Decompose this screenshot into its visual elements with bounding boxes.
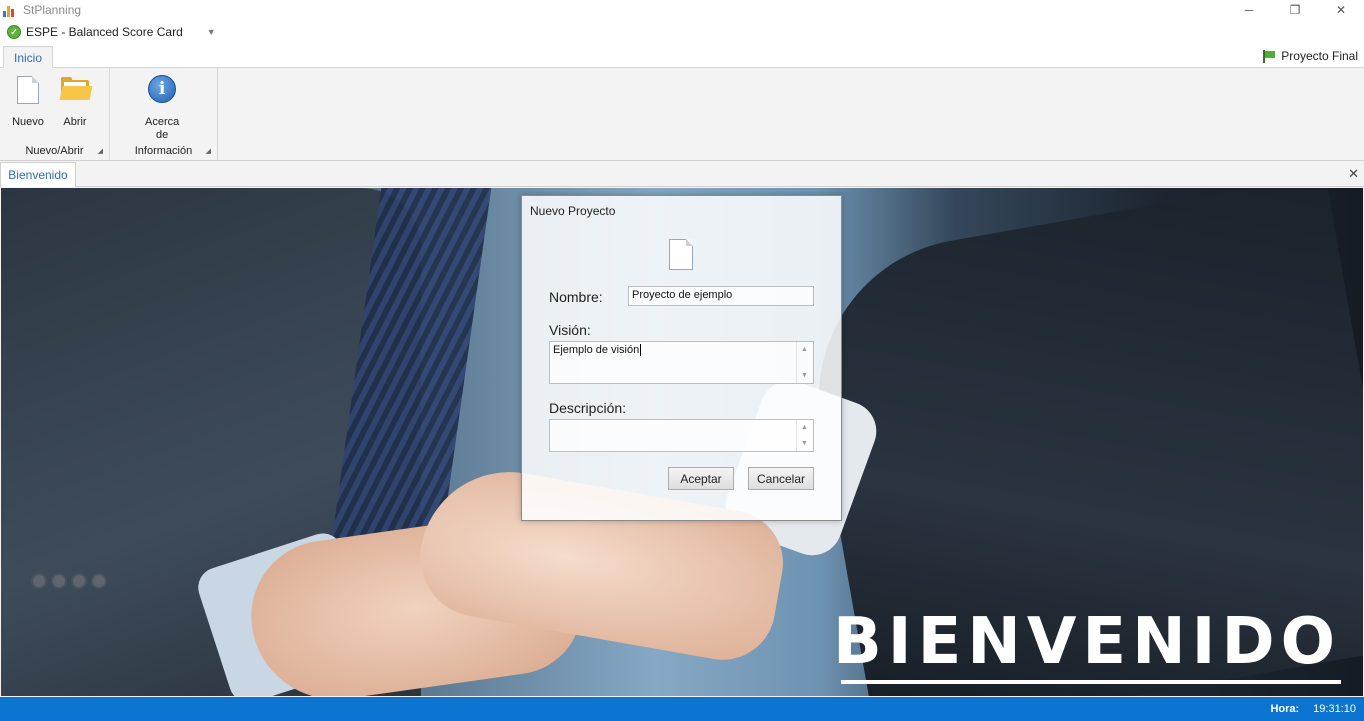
description-textarea[interactable]: ▲ ▼ <box>549 419 814 452</box>
check-circle-icon: ✓ <box>7 25 21 39</box>
description-scrollbar[interactable]: ▲ ▼ <box>796 420 813 451</box>
project-name: Proyecto Final <box>1281 49 1358 63</box>
group-launcher-icon[interactable]: ◢ <box>206 147 211 155</box>
name-label: Nombre: <box>549 289 603 305</box>
new-button[interactable]: Nuevo <box>12 74 44 129</box>
group-label-nuevo-abrir: Nuevo/Abrir <box>25 145 84 157</box>
new-document-icon <box>12 74 44 106</box>
new-project-dialog: Nuevo Proyecto Nombre: Proyecto de ejemp… <box>521 195 842 521</box>
open-button[interactable]: Abrir <box>59 74 93 129</box>
welcome-heading: BIENVENIDO <box>832 605 1341 679</box>
restore-button[interactable]: ❐ <box>1272 0 1318 20</box>
window-title: StPlanning <box>23 3 82 17</box>
description-label: Descripción: <box>549 400 627 416</box>
about-button-label-line1: Acerca <box>145 116 180 128</box>
document-tab-strip: Bienvenido ✕ <box>0 161 1364 187</box>
flag-icon <box>1262 49 1276 63</box>
about-button[interactable]: i Acerca de <box>145 74 179 142</box>
vision-scrollbar[interactable]: ▲ ▼ <box>796 342 813 383</box>
window-controls: ─ ❐ ✕ <box>1226 0 1364 20</box>
close-tab-icon[interactable]: ✕ <box>1348 166 1359 182</box>
app-chart-icon <box>3 3 17 17</box>
vision-text: Ejemplo de visión <box>553 344 640 356</box>
about-button-label-line2: de <box>156 129 169 141</box>
ribbon-body: Nuevo Abrir Nuevo/Abrir ◢ i Acerca de In… <box>0 68 1364 161</box>
group-launcher-icon[interactable]: ◢ <box>98 147 103 155</box>
group-label-informacion: Información <box>134 145 193 157</box>
document-icon <box>669 239 693 270</box>
scroll-down-icon[interactable]: ▼ <box>801 440 808 447</box>
dialog-title: Nuevo Proyecto <box>530 204 616 218</box>
ribbon-tab-strip: Inicio Proyecto Final <box>0 44 1364 69</box>
open-button-label: Abrir <box>63 116 87 128</box>
info-icon: i <box>146 74 178 106</box>
time-label: Hora: <box>1270 703 1300 715</box>
quick-access-bar: ✓ ESPE - Balanced Score Card ▼ <box>0 20 1364 44</box>
scroll-up-icon[interactable]: ▲ <box>801 346 808 353</box>
accept-button[interactable]: Aceptar <box>668 467 734 490</box>
status-bar: Hora: 19:31:10 <box>0 697 1364 721</box>
project-indicator[interactable]: Proyecto Final <box>1262 49 1358 63</box>
close-window-button[interactable]: ✕ <box>1318 0 1364 20</box>
text-caret <box>640 344 642 357</box>
scroll-down-icon[interactable]: ▼ <box>801 372 808 379</box>
welcome-underline <box>841 680 1341 684</box>
ribbon-group-informacion: i Acerca de Información ◢ <box>110 68 218 160</box>
title-bar: StPlanning ─ ❐ ✕ <box>0 0 1364 20</box>
suit-buttons-shape <box>31 573 121 603</box>
scroll-up-icon[interactable]: ▲ <box>801 424 808 431</box>
minimize-button[interactable]: ─ <box>1226 0 1272 20</box>
new-button-label: Nuevo <box>12 116 44 128</box>
vision-textarea[interactable]: Ejemplo de visión ▲ ▼ <box>549 341 814 384</box>
quick-access-dropdown[interactable]: ▼ <box>207 27 216 37</box>
tab-inicio[interactable]: Inicio <box>3 46 53 69</box>
cancel-button[interactable]: Cancelar <box>748 467 814 490</box>
name-input[interactable]: Proyecto de ejemplo <box>628 286 814 306</box>
tab-bienvenido[interactable]: Bienvenido <box>0 162 76 187</box>
open-folder-icon <box>59 74 93 106</box>
application-title: ESPE - Balanced Score Card <box>26 25 183 39</box>
time-value: 19:31:10 <box>1313 703 1356 715</box>
ribbon-group-nuevo-abrir: Nuevo Abrir Nuevo/Abrir ◢ <box>0 68 110 160</box>
vision-label: Visión: <box>549 322 591 338</box>
